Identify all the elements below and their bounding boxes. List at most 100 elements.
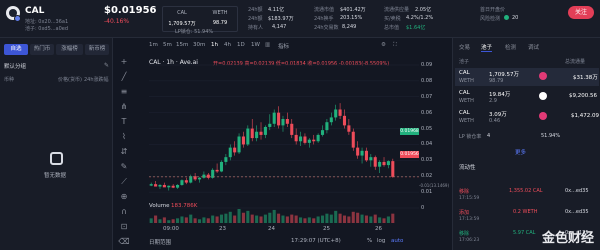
risk-icon (504, 15, 509, 20)
candlestick-chart[interactable] (113, 38, 419, 250)
stat-label: 买/卖税 (384, 16, 401, 22)
pool-pair: CAL (459, 110, 470, 116)
time-tick: 25 (323, 226, 330, 232)
tab-debug[interactable]: 调试 (528, 43, 539, 51)
candle-body (158, 184, 162, 187)
date-range-button[interactable]: 日期范围 (149, 238, 171, 246)
trade-amount: 0.2 WETH (513, 209, 538, 215)
volume-label: Volume (149, 203, 170, 209)
tab-favorites[interactable]: 自选 (4, 44, 28, 55)
stat-value: 203.15% (340, 15, 363, 21)
pool-row[interactable]: CAL 3.09万 WETH 0.46 $1,472.09 (455, 108, 599, 126)
trade-address[interactable]: 0x...ed35 (565, 209, 589, 215)
edit-icon[interactable]: ✎ (104, 62, 109, 69)
tab-pools[interactable]: 池子 (481, 43, 493, 52)
volume-bar (171, 219, 175, 223)
candle-body (342, 115, 347, 126)
volume-bar (176, 218, 180, 223)
stat-label: 首日开盘价 (480, 7, 506, 13)
candle-body (246, 128, 250, 145)
candle-body (206, 174, 210, 178)
time-tick: 24 (268, 226, 275, 232)
tab-new[interactable]: 新币榜 (85, 44, 109, 55)
candle-body (303, 136, 307, 143)
more-link[interactable]: 更多 (515, 148, 526, 156)
group-label[interactable]: 默认分组 (4, 62, 26, 70)
col-coin: 币种 (4, 77, 15, 83)
percent-toggle[interactable]: % (367, 238, 372, 244)
volume-bar (378, 217, 382, 223)
candle-body (338, 109, 342, 116)
stat-value: $183.97万 (268, 16, 294, 22)
volume-bar (259, 216, 263, 223)
pool-pair: CAL (459, 70, 470, 76)
volume-bar (299, 217, 303, 223)
tab-hot[interactable]: 热门币 (30, 44, 54, 55)
volume-bar (316, 216, 320, 223)
candle-body (219, 161, 224, 172)
candle-body (241, 136, 245, 145)
price-tick: 0.07 (421, 94, 433, 100)
volume-bar (356, 212, 360, 223)
token-header: CAL 地址: 0x20...36a1 池子: 0xd5...a0ed $0.0… (0, 0, 600, 38)
pool-row[interactable]: CAL 1,709.57万 WETH 98.79 $31.38万 (455, 68, 599, 86)
lp-count: 4 (487, 133, 491, 139)
pool-sub: WETH (459, 78, 474, 84)
candle-body (285, 119, 289, 124)
volume-bar (197, 219, 202, 223)
price-change: -40.16% (104, 18, 130, 25)
trade-amount: 5.97 CAL (513, 230, 536, 236)
candle-body (259, 131, 263, 135)
tab-check[interactable]: 检测 (505, 43, 516, 51)
trade-type: 移除 (459, 231, 470, 237)
pool-amount: 3.09万 (489, 112, 507, 118)
candle-body (294, 134, 298, 142)
candle-body (237, 136, 241, 153)
volume-bar (347, 216, 351, 223)
candle-body (228, 147, 232, 158)
price-tick: 0.01 (421, 189, 433, 195)
volume-bar (386, 216, 390, 223)
volume-bar (325, 213, 329, 223)
candle-body (281, 119, 285, 126)
price-tag-close: 0.01956 (400, 151, 419, 158)
candle-body (307, 139, 311, 143)
pair-address[interactable]: 池子: 0xd5...a0ed (25, 25, 68, 32)
volume-bar (180, 216, 184, 223)
watchlist-panel: 自选 热门币 涨幅榜 新币榜 默认分组 ✎ 币种 价格(货币) 24h涨跌幅 暂… (0, 38, 113, 250)
candle-body (382, 161, 386, 166)
volume-bar (272, 209, 276, 223)
time-tick: 09:00 (163, 226, 179, 232)
candle-body (360, 150, 364, 156)
log-toggle[interactable]: log (377, 238, 385, 244)
volume-bar (215, 216, 219, 223)
volume-bar (338, 213, 342, 223)
volume-bar (246, 210, 250, 223)
volume-bar (285, 216, 289, 223)
col-change: 24h涨跌幅 (84, 77, 109, 83)
auto-toggle[interactable]: auto (391, 238, 403, 244)
utc-clock[interactable]: 17:29:07 (UTC+8) (291, 238, 341, 244)
lp-lock-value: 51.94% (541, 133, 561, 139)
pool-value: $1,472.09 (571, 113, 599, 119)
candle-body (364, 150, 368, 161)
candle-body (277, 112, 281, 126)
price-tick: 0.05 (421, 126, 433, 132)
pool-sub-amount: 2.9 (489, 98, 497, 104)
volume-bar (211, 215, 215, 223)
trade-address[interactable]: 0x...ed35 (565, 188, 589, 194)
pool-row[interactable]: CAL 19.84万 WETH 2.9 $9,200.56 (455, 88, 599, 106)
tab-gainers[interactable]: 涨幅榜 (56, 44, 83, 55)
col-tvl: 总流通量 (565, 59, 586, 65)
volume-bar (233, 215, 237, 223)
candle-body (316, 134, 320, 142)
price-tag-current: 0.01968 (400, 128, 419, 135)
volume-bar (360, 214, 364, 223)
follow-button[interactable]: 关注 (568, 6, 594, 19)
tab-trades[interactable]: 交易 (459, 43, 470, 51)
volume-bar (364, 215, 368, 223)
volume-bar (250, 214, 254, 223)
token-address[interactable]: 地址: 0x20...36a1 (25, 18, 68, 25)
pool-sub-amount: 98.79 (489, 78, 504, 84)
candle-body (162, 184, 166, 188)
